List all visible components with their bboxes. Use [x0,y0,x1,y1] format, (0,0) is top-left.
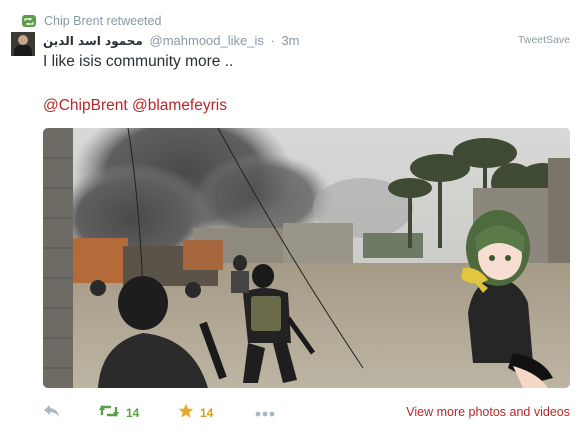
favorite-count: 14 [200,406,214,420]
view-more-media-link[interactable]: View more photos and videos [406,405,570,419]
source-label[interactable]: TweetSave [518,34,570,46]
more-icon [255,404,275,422]
retweet-icon [22,15,36,27]
avatar[interactable] [11,32,35,56]
retweet-count: 14 [126,406,140,420]
mention-link[interactable]: @blamefeyris [132,97,227,114]
tweet-mentions: @ChipBrent @blamefeyris [43,96,227,116]
retweet-icon [98,404,120,423]
retweet-context: Chip Brent retweeted [22,13,161,29]
mention-link[interactable]: @ChipBrent [43,97,128,114]
separator-dot: · [270,33,275,48]
author-row: محمود اسد الدين @mahmood_like_is · 3m [43,33,300,49]
tweet-timestamp[interactable]: 3m [281,33,299,48]
tweet-actions: 14 14 View more photos and videos [0,400,587,426]
retweet-button[interactable]: 14 [98,400,139,426]
retweet-context-text[interactable]: Chip Brent retweeted [44,14,161,28]
reply-button[interactable] [43,400,61,426]
author-handle[interactable]: @mahmood_like_is [150,33,264,48]
favorite-button[interactable]: 14 [178,400,213,426]
author-fullname[interactable]: محمود اسد الدين [43,34,143,48]
more-button[interactable] [255,400,275,426]
tweet-photo[interactable] [43,128,570,388]
tweet: Chip Brent retweeted محمود اسد الدين @ma… [0,0,587,435]
reply-icon [43,404,61,423]
star-icon [178,403,194,424]
tweet-text: I like isis community more .. [43,53,234,70]
